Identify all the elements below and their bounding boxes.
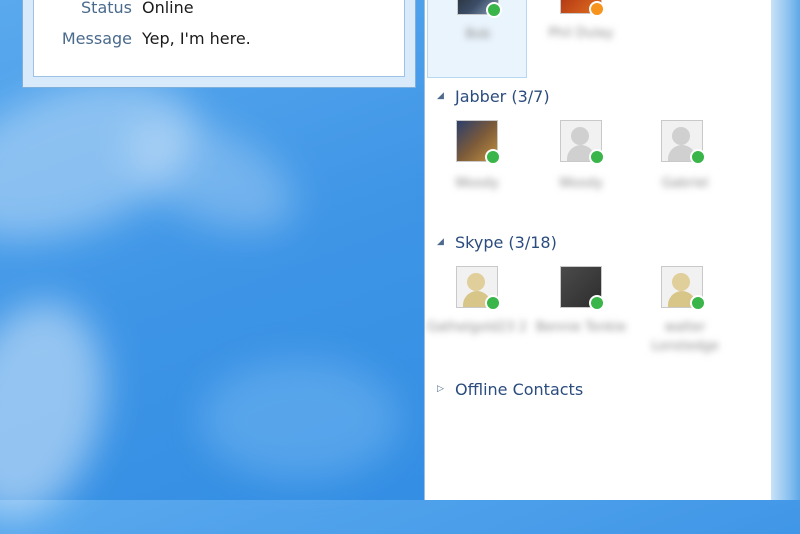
avatar xyxy=(560,120,605,165)
message-row: Message Yep, I'm here. xyxy=(34,29,404,51)
contact-name: Woody xyxy=(559,176,603,191)
group-label: Skype (3/18) xyxy=(455,232,557,252)
contact-tile[interactable]: Gabriel xyxy=(635,118,735,198)
message-label: Message xyxy=(61,29,132,48)
message-value: Yep, I'm here. xyxy=(142,29,251,48)
avatar xyxy=(661,120,706,165)
group-header-offline[interactable]: ▷ Offline Contacts xyxy=(437,378,583,400)
avatar xyxy=(457,0,502,18)
group-label: Offline Contacts xyxy=(455,379,584,399)
group-header-skype[interactable]: ◢ Skype (3/18) xyxy=(437,231,557,253)
online-status-icon xyxy=(485,295,501,311)
online-status-icon xyxy=(486,2,502,18)
default-avatar-icon xyxy=(672,127,690,145)
contact-tile[interactable]: Woody xyxy=(531,118,631,198)
status-value: Online xyxy=(142,0,194,17)
contact-name: Bennie Tonkie xyxy=(535,320,627,335)
avatar xyxy=(456,266,501,311)
online-status-icon xyxy=(485,149,501,165)
contact-name: Gathelgold23 2 xyxy=(427,320,528,335)
contact-tile[interactable]: Woody xyxy=(427,118,527,198)
online-status-icon xyxy=(589,149,605,165)
contact-name: Bob xyxy=(465,27,491,42)
avatar xyxy=(560,0,605,17)
desktop-highlight xyxy=(0,285,127,534)
avatar xyxy=(560,266,605,311)
default-user-icon xyxy=(467,273,485,291)
triangle-right-icon: ▷ xyxy=(437,384,444,394)
online-status-icon xyxy=(690,295,706,311)
default-user-icon xyxy=(672,273,690,291)
triangle-down-icon: ◢ xyxy=(437,237,444,247)
group-header-jabber[interactable]: ◢ Jabber (3/7) xyxy=(437,85,550,107)
status-row: Status Online xyxy=(34,0,404,20)
desktop-highlight xyxy=(109,96,311,254)
avatar xyxy=(661,266,706,311)
contact-tile[interactable]: Phil Dulay xyxy=(531,0,631,78)
contact-name: Phil Dulay xyxy=(548,26,614,41)
online-status-icon xyxy=(690,149,706,165)
away-status-icon xyxy=(589,1,605,17)
triangle-down-icon: ◢ xyxy=(437,91,444,101)
contact-name: walter Lonstedge xyxy=(651,320,719,354)
window-edge xyxy=(771,0,800,500)
online-status-icon xyxy=(589,295,605,311)
contact-name: Gabriel xyxy=(661,176,709,191)
default-avatar-icon xyxy=(571,127,589,145)
status-label: Status xyxy=(81,0,132,17)
contact-info-popup: Status Online Message Yep, I'm here. xyxy=(22,0,416,88)
contact-info-panel: Status Online Message Yep, I'm here. xyxy=(33,0,405,77)
contact-name: Woody xyxy=(455,176,499,191)
contact-tile[interactable]: Bob xyxy=(427,0,527,78)
contact-tile[interactable]: walter Lonstedge xyxy=(635,264,735,354)
contact-tile[interactable]: Gathelgold23 2 xyxy=(427,264,527,344)
avatar xyxy=(456,120,501,165)
group-label: Jabber (3/7) xyxy=(455,86,550,106)
contact-tile[interactable]: Bennie Tonkie xyxy=(531,264,631,344)
desktop-highlight xyxy=(200,360,400,480)
